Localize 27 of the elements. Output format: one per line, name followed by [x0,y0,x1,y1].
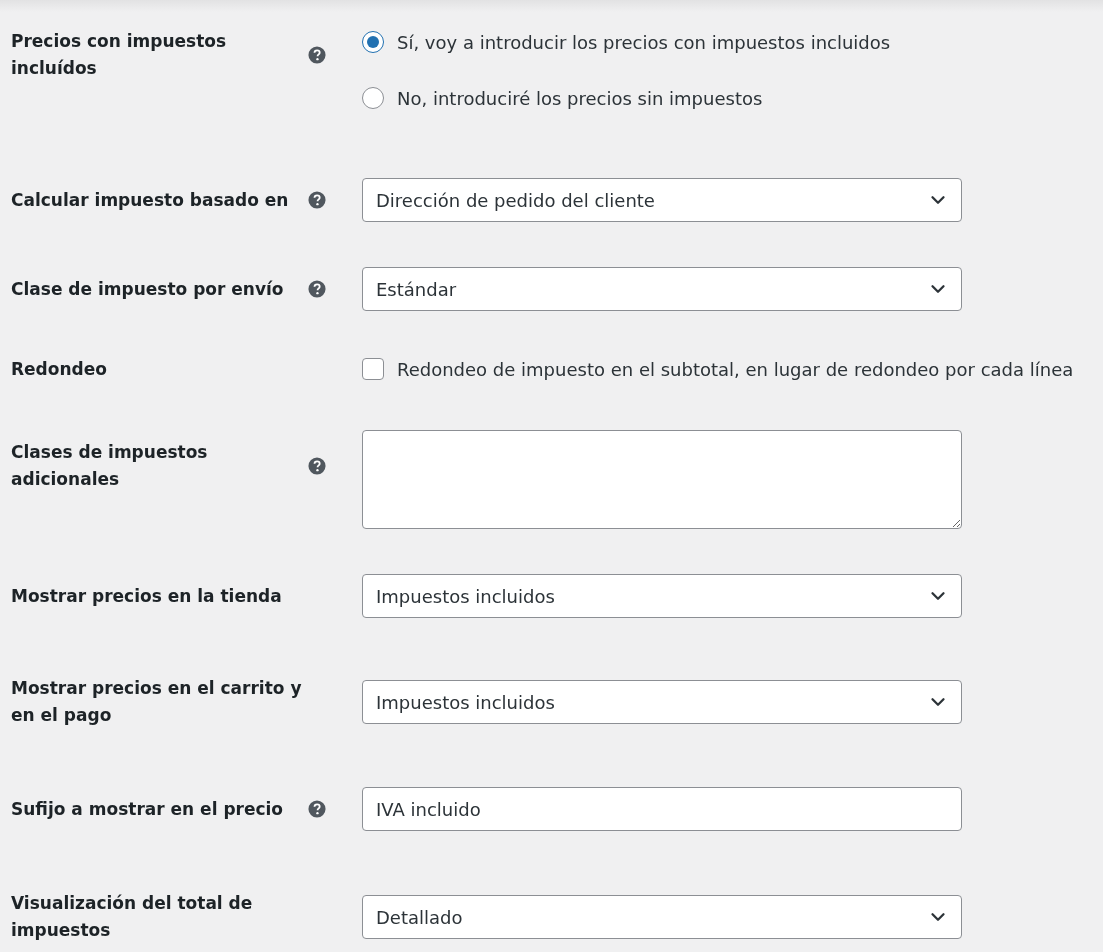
radio-label: Sí, voy a introducir los precios con impuestos incluidos [397,31,891,53]
field-label: Mostrar precios en la tienda [11,584,283,608]
radio-label: No, introduciré los precios sin impuestos [397,87,763,109]
field-label: Mostrar precios en el carrito y en el pago [11,677,303,727]
field-label: Clases de impuestos adicionales [11,441,209,491]
dropdown[interactable]: Estándar [362,267,962,311]
help-icon[interactable] [308,457,326,475]
help-icon[interactable] [308,46,326,64]
radio-button[interactable] [362,31,384,53]
checkbox[interactable] [362,358,384,380]
field-label: Clase de impuesto por envío [11,277,285,301]
dropdown[interactable]: Impuestos incluidos [362,574,962,618]
help-icon[interactable] [308,280,326,298]
dropdown[interactable]: Detallado [362,895,962,939]
checkbox-label: Redondeo de impuesto en el subtotal, en lugar de redondeo por cada línea [397,358,1074,380]
dropdown[interactable]: Impuestos incluidos [362,680,962,724]
help-icon[interactable] [308,191,326,209]
field-label: Calcular impuesto basado en [11,188,290,212]
field-label: Sufijo a mostrar en el precio [11,797,285,821]
dropdown[interactable]: Dirección de pedido del cliente [362,178,962,222]
help-icon[interactable] [308,800,326,818]
text-area-field[interactable] [362,430,962,529]
text-field[interactable]: IVA incluido [362,787,962,831]
radio-button[interactable] [362,87,384,109]
field-label: Precios con impuestos incluídos [11,30,228,80]
field-label: Visualización del total de impuestos [11,892,254,942]
field-label: Redondeo [11,357,108,381]
